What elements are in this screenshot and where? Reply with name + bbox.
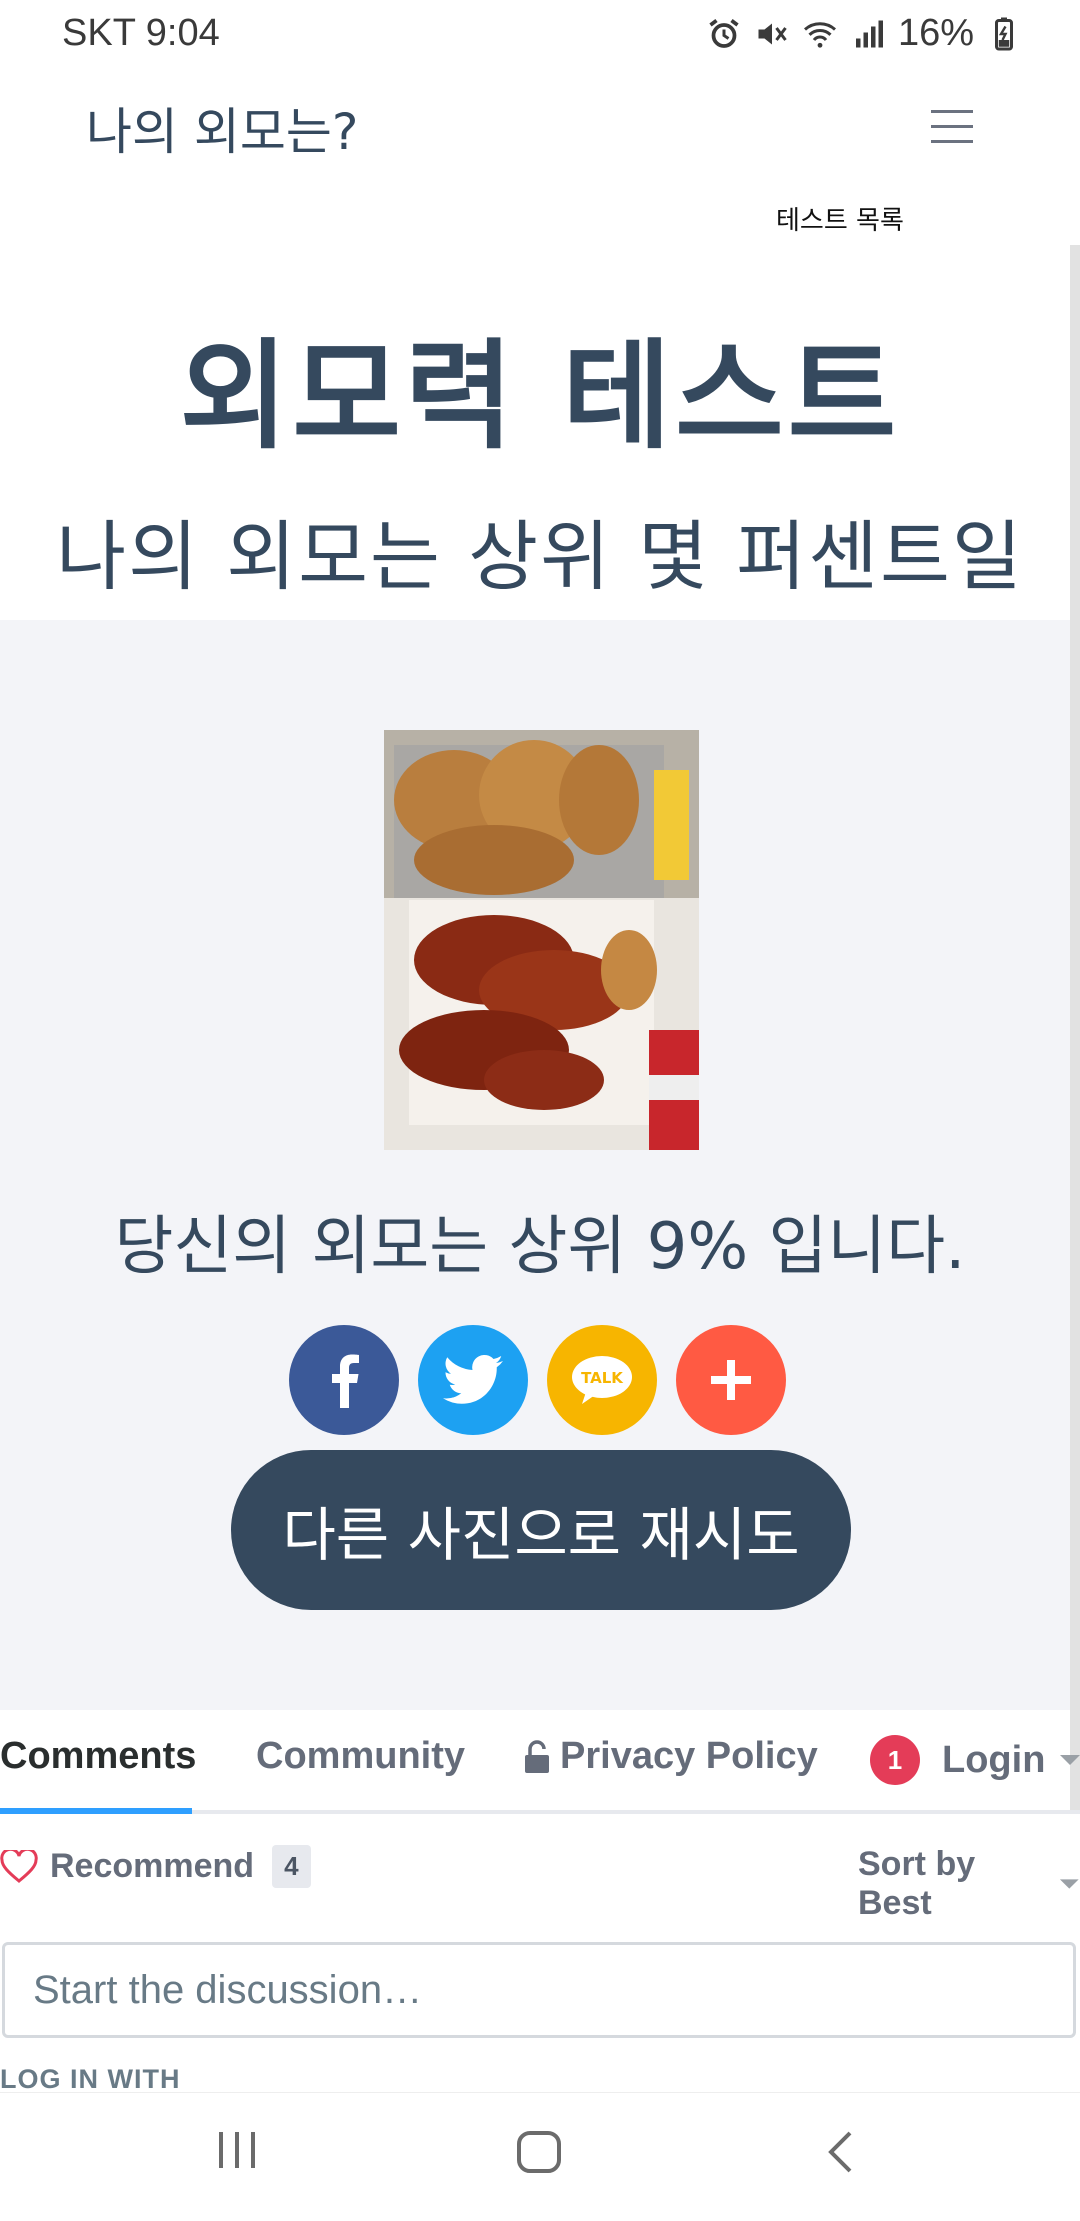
test-list-link[interactable]: 테스트 목록 [776,200,904,237]
retry-with-another-photo-button[interactable]: 다른 사진으로 재시도 [231,1450,851,1610]
hamburger-icon [931,110,973,143]
back-icon [828,2131,852,2173]
privacy-policy-label: Privacy Policy [560,1735,818,1777]
twitter-icon [443,1355,503,1404]
battery-percent: 16% [897,12,974,54]
home-button[interactable] [516,2130,562,2178]
login-with-label: LOG IN WITH [0,2064,181,2094]
page-scrollbar[interactable] [1070,245,1080,1810]
facebook-icon [332,1354,359,1408]
wifi-icon [803,21,836,48]
caret-down-icon [1060,1755,1080,1765]
home-icon [517,2131,561,2173]
caret-down-icon [1060,1879,1080,1889]
battery-charging-icon [995,17,1013,50]
result-text: 당신의 외모는 상위 9% 입니다. [114,1210,966,1284]
recommend-button[interactable]: Recommend 4 [0,1845,311,1888]
share-more-button[interactable] [676,1325,786,1435]
login-label: Login [942,1738,1046,1781]
site-title[interactable]: 나의 외모는? [86,92,358,164]
tab-community[interactable]: Community [256,1735,465,1778]
share-twitter-button[interactable] [418,1325,528,1435]
tab-privacy-policy[interactable]: Privacy Policy [522,1735,818,1778]
sort-dropdown[interactable]: Sort by Best [858,1845,1080,1923]
discussion-input[interactable] [2,1942,1076,2038]
kakao-talk-label: TALK [581,1369,624,1387]
recent-apps-icon [219,2132,255,2168]
recent-apps-button[interactable] [215,2130,259,2174]
plus-icon [711,1360,751,1400]
tab-login[interactable]: 1 Login [870,1735,1080,1785]
notification-badge[interactable]: 1 [870,1735,920,1785]
hamburger-menu-button[interactable] [925,100,979,154]
heart-icon [0,1849,38,1883]
uploaded-photo [384,730,699,1150]
alarm-icon [709,18,739,48]
active-tab-indicator [0,1808,192,1814]
share-facebook-button[interactable] [289,1325,399,1435]
mute-icon [758,23,787,44]
kakaotalk-icon: TALK [572,1356,632,1404]
sort-label: Sort by Best [858,1845,976,1922]
recommend-count: 4 [272,1845,311,1888]
signal-icon [855,20,883,47]
recommend-label: Recommend [50,1847,255,1885]
back-button[interactable] [825,2130,855,2178]
page-title: 외모력 테스트 [179,327,901,465]
carrier-time: SKT 9:04 [62,12,220,54]
status-icons: 16% [706,12,1022,55]
status-bar: SKT 9:04 16% [0,0,1080,70]
share-kakaotalk-button[interactable]: TALK [547,1325,657,1435]
tab-comments[interactable]: Comments [0,1735,196,1778]
lock-icon [525,1739,549,1773]
fried-chicken-photo [384,730,699,1150]
